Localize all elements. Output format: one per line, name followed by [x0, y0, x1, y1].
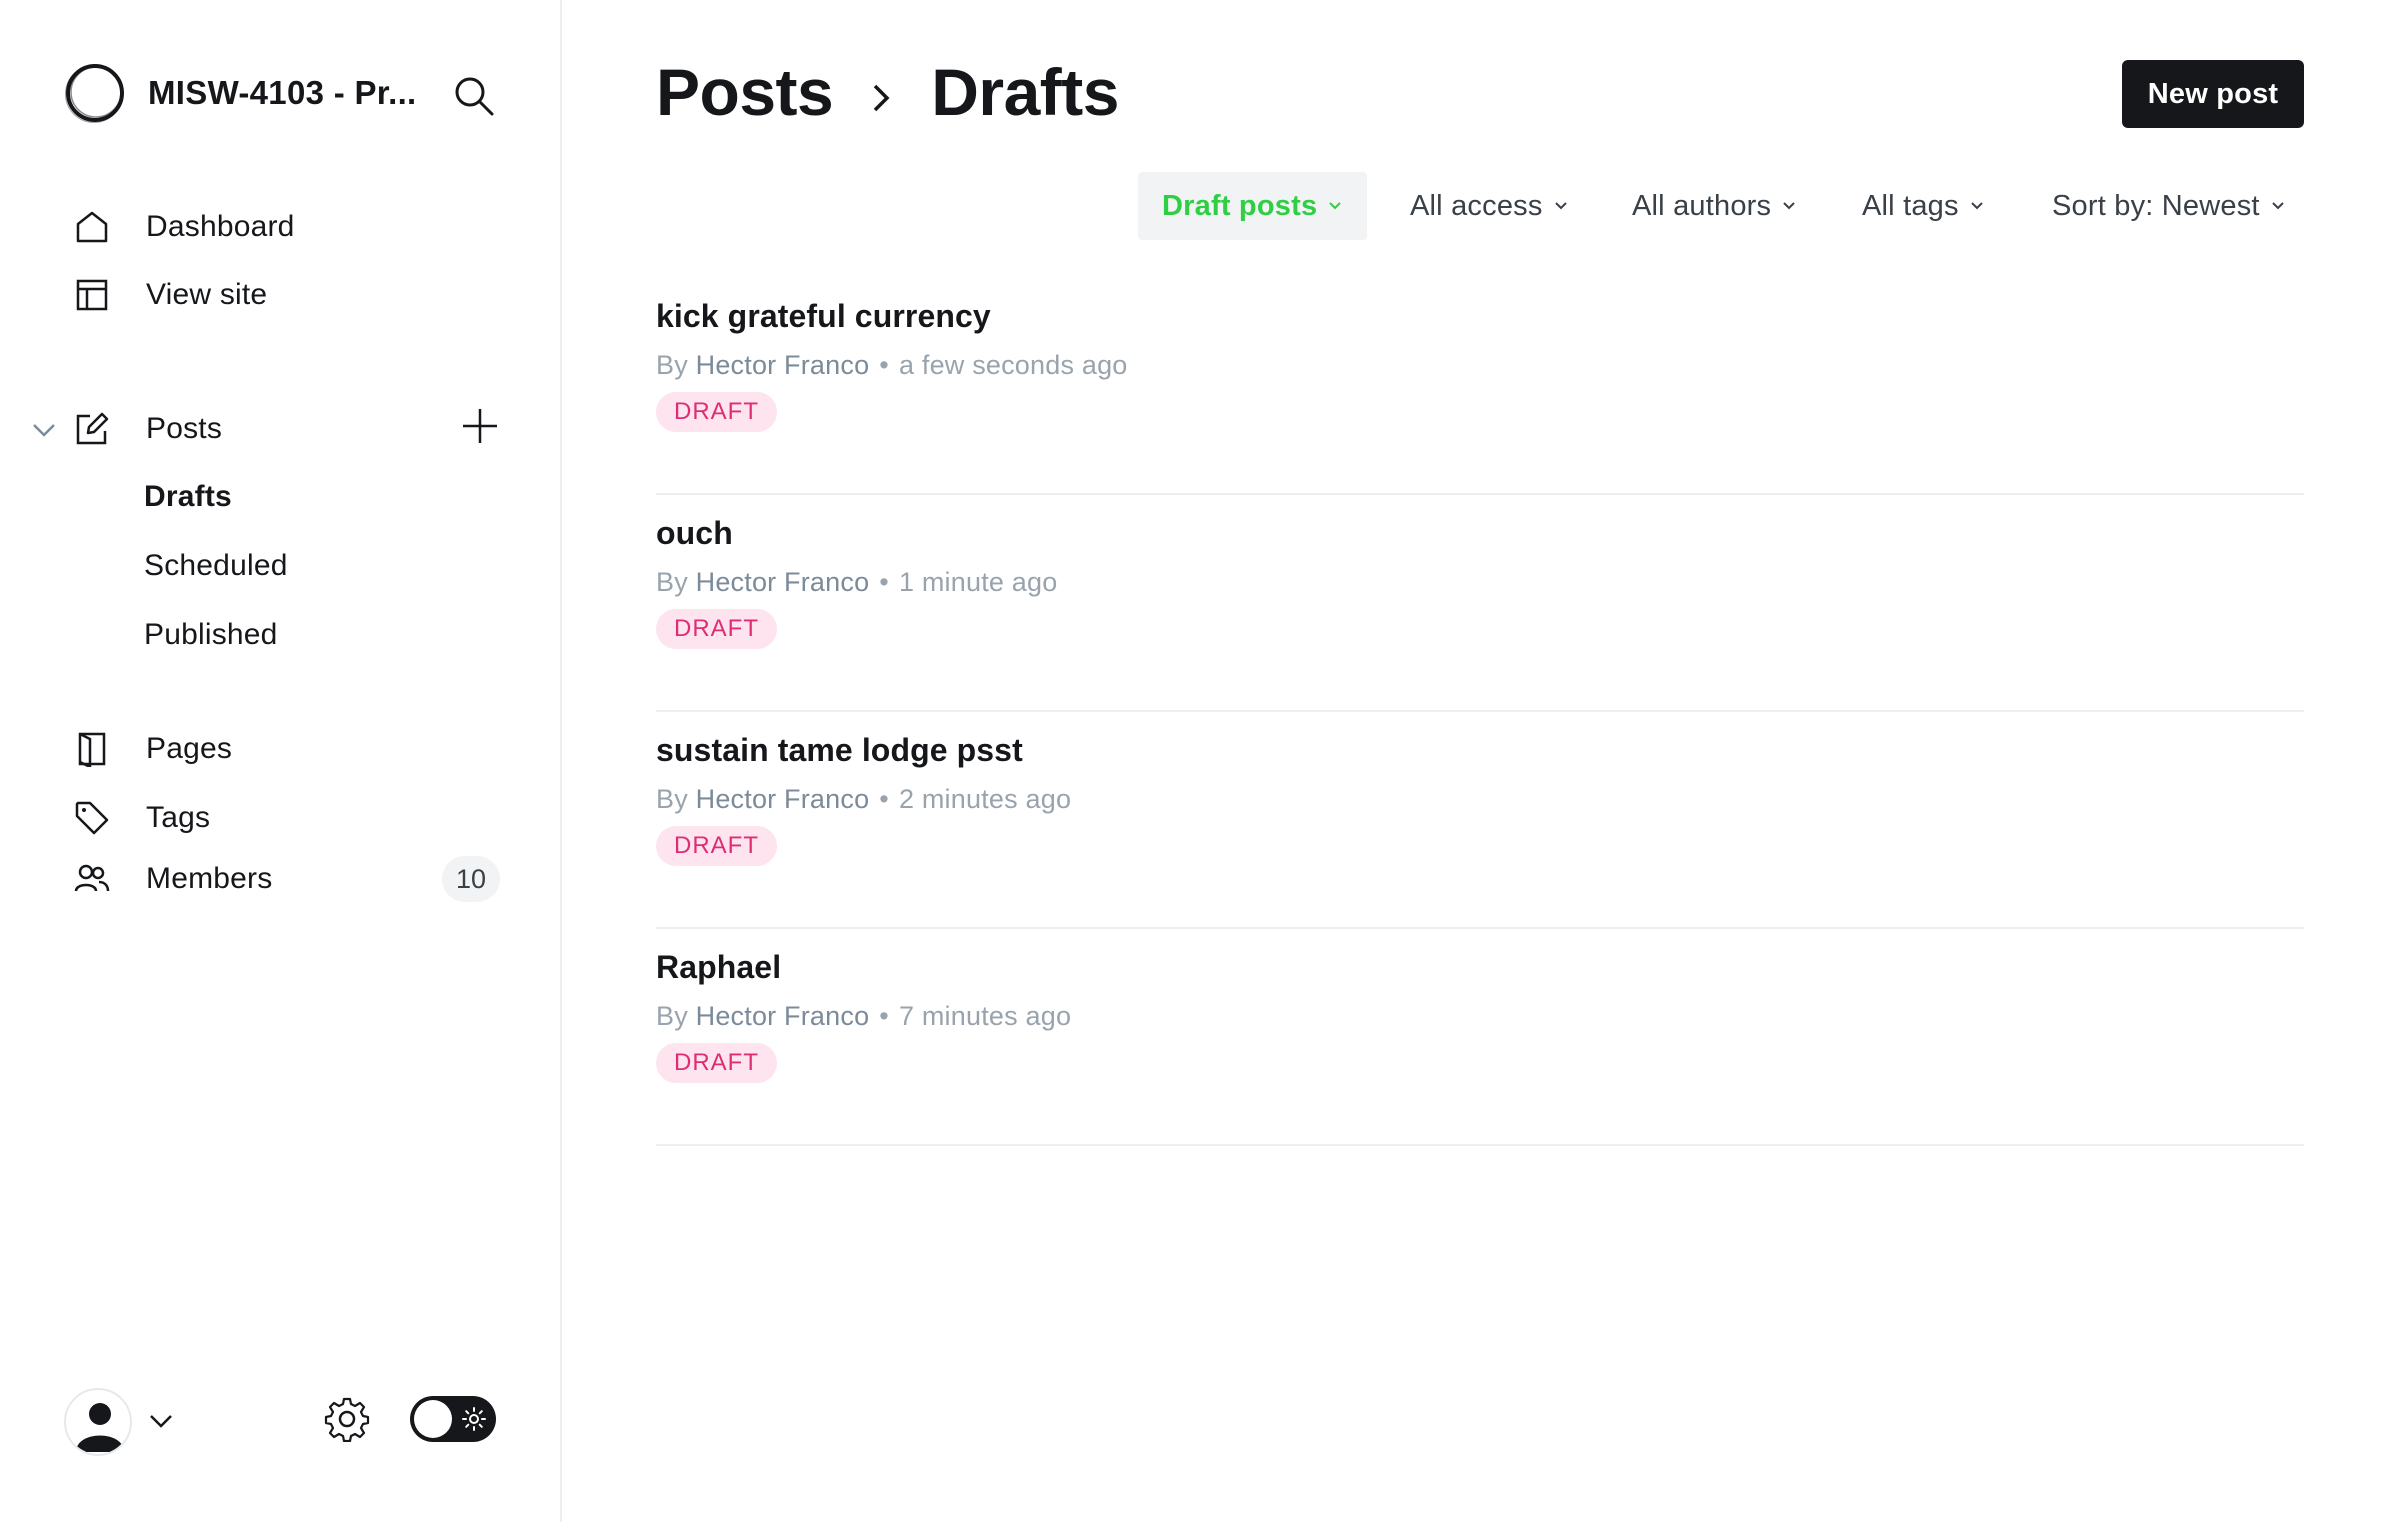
- separator-dot: •: [879, 1001, 889, 1031]
- chevron-down-icon: [1970, 202, 1983, 210]
- sidebar-item-pages[interactable]: Pages: [72, 722, 232, 776]
- sidebar-item-posts[interactable]: Posts: [72, 402, 222, 456]
- list-item[interactable]: sustain tame lodge psst By Hector Franco…: [656, 712, 2304, 929]
- status-badge: DRAFT: [656, 1043, 777, 1083]
- by-label: By: [656, 1001, 688, 1031]
- post-time: 1 minute ago: [898, 567, 1058, 597]
- sidebar-item-published[interactable]: Published: [144, 618, 278, 652]
- post-meta: By Hector Franco • 7 minutes ago: [656, 1001, 1071, 1032]
- status-badge: DRAFT: [656, 392, 777, 432]
- separator-dot: •: [879, 350, 889, 380]
- post-author: Hector Franco: [695, 1001, 870, 1031]
- sidebar-item-label: Tags: [146, 801, 211, 834]
- edit-icon: [72, 409, 112, 449]
- chevron-down-icon: [1329, 202, 1341, 210]
- tag-icon: [72, 798, 112, 838]
- user-icon: [76, 1403, 124, 1452]
- sidebar-item-label: Members: [146, 862, 273, 895]
- filter-label: All authors: [1632, 189, 1772, 222]
- members-count-badge: 10: [442, 856, 500, 902]
- sidebar-item-view-site[interactable]: View site: [72, 268, 267, 322]
- home-icon: [72, 207, 112, 247]
- filter-authors[interactable]: All authors: [1632, 172, 1797, 240]
- filter-access[interactable]: All access: [1410, 172, 1569, 240]
- separator-dot: •: [879, 784, 889, 814]
- sidebar-item-members[interactable]: Members: [72, 852, 272, 906]
- toggle-knob: [414, 1400, 452, 1438]
- post-list: kick grateful currency By Hector Franco •…: [656, 278, 2304, 1146]
- chevron-down-icon: [1783, 202, 1795, 210]
- page-title: Posts Drafts: [656, 54, 1119, 130]
- post-title[interactable]: kick grateful currency: [656, 298, 991, 335]
- sidebar-item-tags[interactable]: Tags: [72, 791, 210, 845]
- chevron-down-icon: [2271, 202, 2284, 210]
- gear-icon[interactable]: [324, 1396, 370, 1442]
- filter-tags[interactable]: All tags: [1862, 172, 1985, 240]
- theme-toggle[interactable]: [410, 1396, 496, 1442]
- separator-dot: •: [879, 567, 889, 597]
- sidebar-item-label: Posts: [146, 412, 223, 445]
- chevron-right-icon: [873, 84, 890, 112]
- post-author: Hector Franco: [695, 784, 870, 814]
- post-title[interactable]: sustain tame lodge psst: [656, 732, 1023, 769]
- filter-label: Sort by: Newest: [2052, 189, 2260, 222]
- site-brand[interactable]: MISW-4103 - Pr...: [64, 62, 417, 124]
- filter-label: All tags: [1862, 189, 1959, 222]
- sidebar: MISW-4103 - Pr... Dashboard View site Po…: [0, 0, 562, 1522]
- layout-icon: [72, 275, 112, 315]
- filter-sort[interactable]: Sort by: Newest: [2052, 172, 2286, 240]
- sun-icon: [462, 1407, 486, 1431]
- post-title[interactable]: ouch: [656, 515, 733, 552]
- list-item[interactable]: kick grateful currency By Hector Franco •…: [656, 278, 2304, 495]
- by-label: By: [656, 350, 688, 380]
- post-meta: By Hector Franco • a few seconds ago: [656, 350, 1128, 381]
- post-author: Hector Franco: [695, 350, 870, 380]
- filter-label: Draft posts: [1162, 189, 1318, 222]
- sidebar-item-scheduled[interactable]: Scheduled: [144, 549, 288, 583]
- breadcrumb-drafts: Drafts: [931, 55, 1119, 129]
- post-meta: By Hector Franco • 1 minute ago: [656, 567, 1057, 598]
- filter-label: All access: [1410, 189, 1543, 222]
- site-name: MISW-4103 - Pr...: [148, 74, 417, 111]
- list-item[interactable]: ouch By Hector Franco • 1 minute ago DRAFT: [656, 495, 2304, 712]
- post-time: 2 minutes ago: [898, 784, 1072, 814]
- post-title[interactable]: Raphael: [656, 949, 781, 986]
- post-time: a few seconds ago: [898, 350, 1128, 380]
- status-badge: DRAFT: [656, 609, 777, 649]
- filter-post-type[interactable]: Draft posts: [1138, 172, 1368, 240]
- chevron-down-icon: [1554, 202, 1567, 210]
- post-author: Hector Franco: [695, 567, 870, 597]
- members-icon: [72, 859, 112, 899]
- by-label: By: [656, 567, 688, 597]
- list-item[interactable]: Raphael By Hector Franco • 7 minutes ago D…: [656, 929, 2304, 1146]
- site-logo-icon: [65, 64, 124, 123]
- page-icon: [72, 729, 112, 769]
- status-badge: DRAFT: [656, 826, 777, 866]
- breadcrumb-posts[interactable]: Posts: [656, 54, 834, 130]
- sidebar-item-drafts[interactable]: Drafts: [144, 480, 232, 514]
- sidebar-item-dashboard[interactable]: Dashboard: [72, 200, 295, 254]
- by-label: By: [656, 784, 688, 814]
- sidebar-item-label: Dashboard: [146, 210, 295, 243]
- add-post-icon[interactable]: [460, 406, 500, 446]
- chevron-down-icon[interactable]: [30, 416, 58, 444]
- sidebar-item-label: Pages: [146, 732, 233, 765]
- post-time: 7 minutes ago: [898, 1001, 1072, 1031]
- new-post-button[interactable]: New post: [2122, 60, 2304, 128]
- post-meta: By Hector Franco • 2 minutes ago: [656, 784, 1071, 815]
- search-icon[interactable]: [452, 74, 496, 118]
- chevron-down-icon[interactable]: [146, 1406, 176, 1436]
- sidebar-item-label: View site: [146, 278, 268, 311]
- avatar[interactable]: [64, 1388, 132, 1456]
